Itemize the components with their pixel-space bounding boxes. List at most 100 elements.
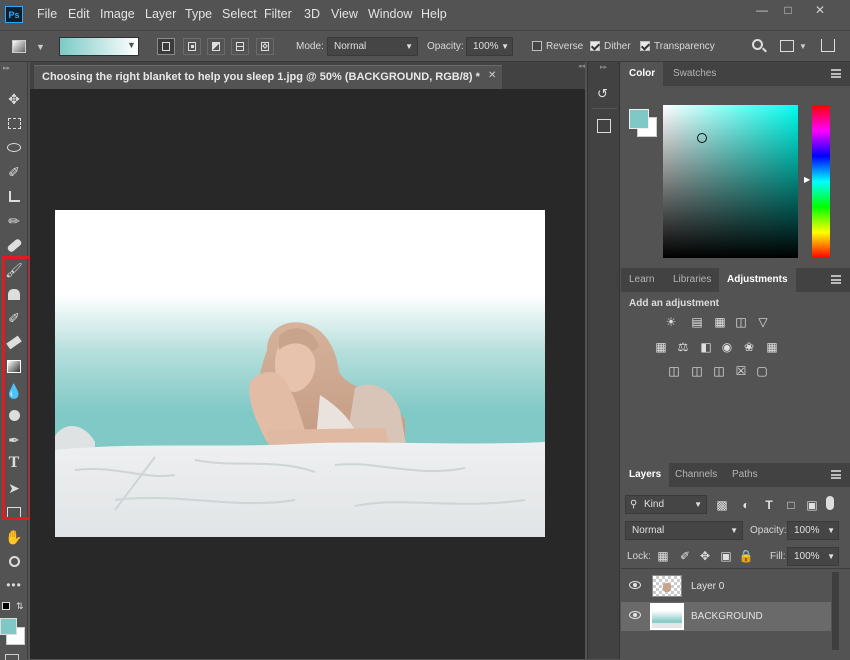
color-balance-icon[interactable]: ⚖ — [675, 340, 691, 354]
close-button[interactable]: ✕ — [810, 2, 830, 18]
layer-filter-select[interactable]: ⚲ Kind ▼ — [625, 495, 707, 514]
tab-swatches[interactable]: Swatches — [665, 62, 724, 86]
black-white-icon[interactable]: ◧ — [698, 340, 714, 354]
panel-menu-icon[interactable] — [831, 470, 841, 479]
3d-panel-icon[interactable] — [597, 119, 611, 133]
dither-checkbox[interactable] — [590, 41, 600, 51]
layer-row-selected[interactable]: BACKGROUND — [621, 602, 831, 631]
healing-brush-tool-icon[interactable] — [5, 236, 23, 254]
filter-type-icon[interactable]: T — [761, 498, 777, 512]
menu-edit[interactable]: Edit — [68, 7, 90, 21]
close-tab-icon[interactable]: ✕ — [488, 70, 496, 81]
color-field[interactable] — [663, 105, 798, 258]
hue-slider[interactable] — [812, 105, 830, 258]
menu-file[interactable]: File — [37, 7, 57, 21]
menu-view[interactable]: View — [331, 7, 358, 21]
filter-pixel-icon[interactable]: ▩ — [714, 498, 730, 512]
hand-tool-icon[interactable]: ✋ — [5, 528, 23, 546]
menu-select[interactable]: Select — [222, 7, 257, 21]
panel-menu-icon[interactable] — [831, 69, 841, 78]
eyedropper-tool-icon[interactable]: ✏ — [5, 212, 23, 230]
hue-saturation-icon[interactable]: ▦ — [653, 340, 669, 354]
radial-gradient-button[interactable] — [183, 38, 201, 55]
brightness-contrast-icon[interactable]: ☀ — [663, 315, 679, 329]
photo-filter-icon[interactable]: ◉ — [719, 340, 735, 354]
more-tools-icon[interactable]: ••• — [5, 576, 23, 594]
tab-color[interactable]: Color — [621, 62, 663, 86]
selective-color-icon[interactable]: ☒ — [733, 364, 749, 378]
quick-mask-icon[interactable] — [5, 654, 19, 660]
filter-smart-object-icon[interactable]: ▣ — [804, 498, 820, 512]
levels-icon[interactable]: ▤ — [689, 315, 705, 329]
threshold-icon[interactable]: ◫ — [711, 364, 727, 378]
workspace-icon[interactable] — [780, 40, 794, 52]
layers-scrollbar[interactable] — [832, 572, 839, 650]
move-tool-icon[interactable]: ✥ — [5, 90, 23, 108]
gradient-dropdown-arrow[interactable]: ▼ — [127, 40, 136, 50]
menu-filter[interactable]: Filter — [264, 7, 292, 21]
chevron-down-icon[interactable]: ▼ — [799, 42, 807, 51]
document-image[interactable] — [55, 210, 545, 537]
zoom-tool-icon[interactable] — [5, 552, 23, 570]
filter-shape-icon[interactable]: □ — [783, 498, 799, 512]
color-picker-cursor[interactable] — [697, 133, 707, 143]
invert-icon[interactable]: ◫ — [666, 364, 682, 378]
maximize-button[interactable]: □ — [778, 2, 798, 18]
menu-type[interactable]: Type — [185, 7, 212, 21]
exposure-icon[interactable]: ◫ — [733, 315, 749, 329]
share-icon[interactable] — [821, 39, 835, 52]
transparency-checkbox[interactable] — [640, 41, 650, 51]
reflected-gradient-button[interactable] — [231, 38, 249, 55]
visibility-eye-icon[interactable] — [629, 581, 641, 589]
menu-layer[interactable]: Layer — [145, 7, 176, 21]
canvas-area[interactable] — [30, 89, 585, 659]
lock-artboard-icon[interactable]: ▣ — [718, 549, 734, 563]
menu-window[interactable]: Window — [368, 7, 412, 21]
mode-select[interactable]: Normal ▼ — [327, 37, 418, 56]
lock-transparency-icon[interactable]: ▦ — [655, 549, 671, 563]
layer-row[interactable]: Layer 0 — [621, 572, 831, 601]
menu-3d[interactable]: 3D — [304, 7, 320, 21]
blend-mode-select[interactable]: Normal ▼ — [625, 521, 743, 540]
marquee-tool-icon[interactable] — [5, 114, 23, 132]
chevron-down-icon[interactable]: ▼ — [36, 42, 45, 52]
lock-position-icon[interactable]: ✥ — [697, 549, 713, 563]
angle-gradient-button[interactable] — [207, 38, 225, 55]
fill-field[interactable]: 100% ▼ — [787, 547, 839, 566]
history-panel-icon[interactable]: ↺ — [597, 86, 613, 104]
diamond-gradient-button[interactable] — [256, 38, 274, 55]
lock-all-icon[interactable]: 🔒 — [738, 549, 754, 563]
menu-image[interactable]: Image — [100, 7, 135, 21]
linear-gradient-button[interactable] — [157, 38, 175, 55]
collapse-arrows-icon[interactable]: ▸▸ — [600, 63, 607, 71]
quick-selection-tool-icon[interactable]: ✐ — [5, 163, 23, 181]
gradient-tool-preset-icon[interactable] — [12, 40, 26, 53]
lasso-tool-icon[interactable] — [5, 138, 23, 156]
curves-icon[interactable]: ▦ — [712, 315, 728, 329]
tab-paths[interactable]: Paths — [724, 463, 766, 487]
menu-help[interactable]: Help — [421, 7, 447, 21]
panel-menu-icon[interactable] — [831, 275, 841, 284]
layer-opacity-field[interactable]: 100% ▼ — [787, 521, 839, 540]
vibrance-icon[interactable]: ▽ — [755, 315, 771, 329]
color-lookup-icon[interactable]: ▦ — [764, 340, 780, 354]
default-colors-icon[interactable] — [2, 602, 10, 610]
tab-learn[interactable]: Learn — [621, 268, 663, 292]
hue-slider-arrow[interactable]: ▶ — [804, 175, 810, 184]
tab-channels[interactable]: Channels — [667, 463, 725, 487]
foreground-color-swatch[interactable] — [0, 618, 17, 635]
posterize-icon[interactable]: ◫ — [689, 364, 705, 378]
minimize-button[interactable]: — — [752, 2, 772, 18]
document-tab[interactable]: Choosing the right blanket to help you s… — [34, 65, 502, 89]
lock-pixels-icon[interactable]: ✐ — [677, 549, 693, 563]
filter-adjustment-icon[interactable]: ◐ — [738, 498, 754, 512]
tab-libraries[interactable]: Libraries — [665, 268, 719, 292]
tab-layers[interactable]: Layers — [621, 463, 670, 487]
collapse-arrows-icon[interactable]: ◂◂ — [578, 62, 585, 70]
swap-colors-icon[interactable]: ⇅ — [16, 601, 24, 612]
gradient-map-icon[interactable]: ▢ — [754, 364, 770, 378]
collapse-arrows-icon[interactable]: ▸▸ — [3, 64, 10, 72]
opacity-field[interactable]: 100% ▼ — [466, 37, 513, 56]
reverse-checkbox[interactable] — [532, 41, 542, 51]
channel-mixer-icon[interactable]: ❀ — [741, 340, 757, 354]
